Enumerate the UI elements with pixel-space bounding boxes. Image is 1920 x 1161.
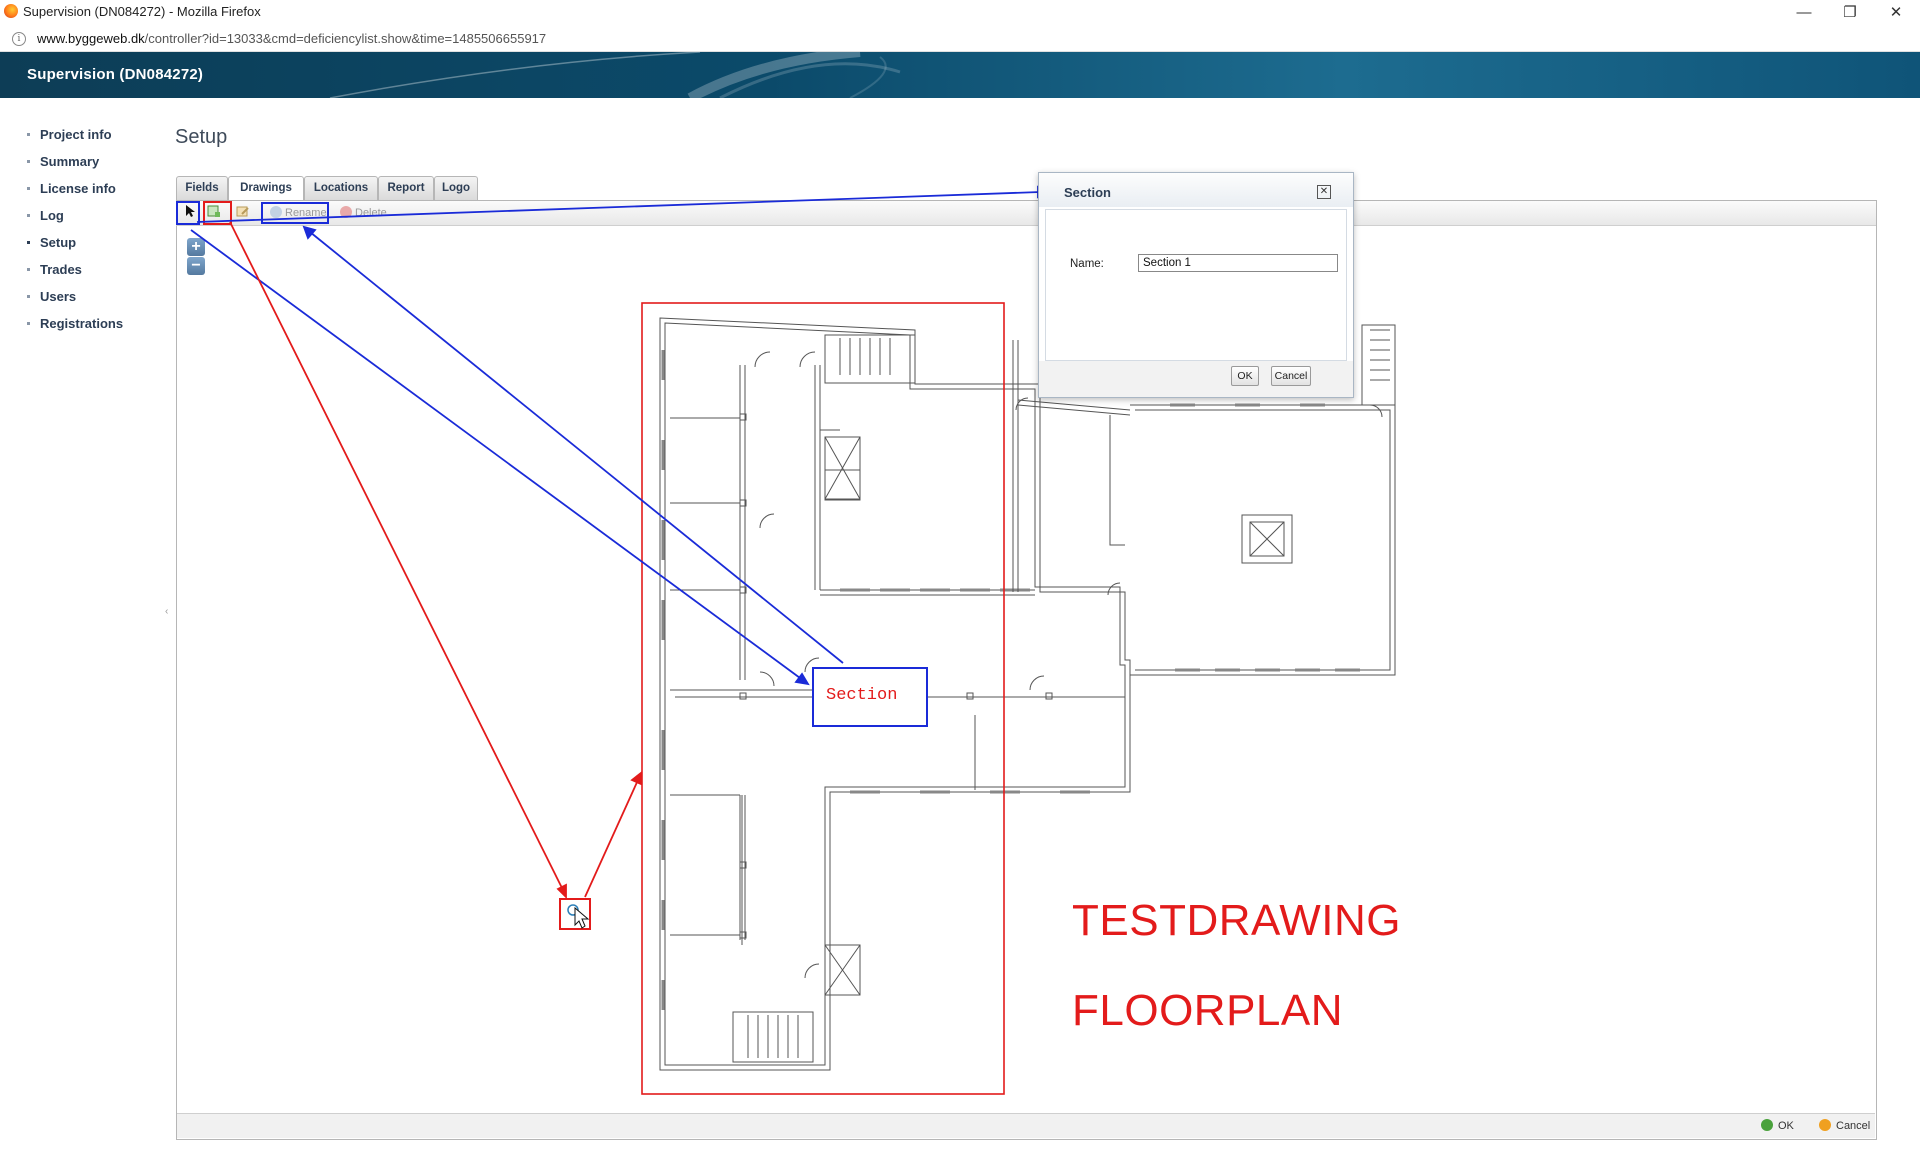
dialog-footer: OK Cancel xyxy=(1039,361,1353,397)
mouse-cursor-icon xyxy=(567,904,590,929)
dialog-title: Section xyxy=(1064,185,1111,200)
status-ok-label: OK xyxy=(1778,1120,1794,1132)
name-label: Name: xyxy=(1070,258,1104,270)
bottom-statusbar: OK Cancel xyxy=(177,1113,1875,1138)
check-icon xyxy=(1761,1119,1773,1131)
section-dialog: Section ✕ Name: OK Cancel xyxy=(1038,172,1354,398)
section-name-input[interactable] xyxy=(1138,254,1338,272)
status-cancel-button[interactable]: Cancel xyxy=(1819,1118,1870,1134)
dialog-header[interactable]: Section ✕ xyxy=(1039,173,1353,207)
dialog-cancel-button[interactable]: Cancel xyxy=(1271,366,1311,386)
floorplan-drawing xyxy=(176,185,1396,1095)
dialog-close-icon[interactable]: ✕ xyxy=(1317,185,1331,199)
drawing-title-floorplan: FLOORPLAN xyxy=(1072,986,1344,1035)
status-cancel-label: Cancel xyxy=(1836,1120,1871,1132)
section-label-box[interactable]: Section xyxy=(812,667,928,727)
drawing-title-testdrawing: TESTDRAWING xyxy=(1072,896,1401,945)
cancel-icon xyxy=(1819,1119,1831,1131)
dialog-ok-button[interactable]: OK xyxy=(1231,366,1259,386)
section-label: Section xyxy=(826,686,898,705)
dialog-body: Name: xyxy=(1045,209,1347,361)
status-ok-button[interactable]: OK xyxy=(1761,1118,1794,1134)
